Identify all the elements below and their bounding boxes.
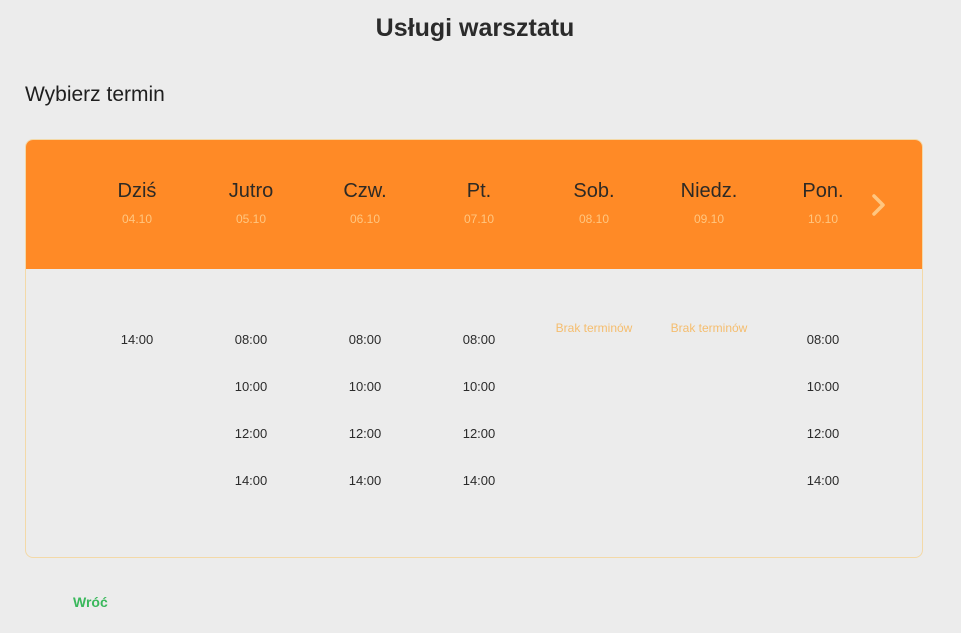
time-slot[interactable]: 08:00 <box>194 332 308 347</box>
day-name: Jutro <box>228 180 274 202</box>
day-date: 05.10 <box>235 212 267 226</box>
page-title: Usługi warsztatu <box>375 14 575 42</box>
day-name: Czw. <box>343 180 387 202</box>
no-slots-label: Brak terminów <box>555 321 633 335</box>
time-slot[interactable]: 10:00 <box>422 379 536 394</box>
day-name: Sob. <box>573 180 615 202</box>
time-slot[interactable]: 14:00 <box>80 332 194 347</box>
date-picker-calendar: Dziś 04.10 Jutro 05.10 Czw. 06.10 Pt. 07.10 Sob.… <box>25 139 923 558</box>
time-slot[interactable]: 12:00 <box>194 426 308 441</box>
day-date: 04.10 <box>121 212 153 226</box>
calendar-slots: 14:00 08:00 10:00 12:00 14:00 08:00 10:00 12:00… <box>26 269 922 557</box>
day-date: 09.10 <box>693 212 725 226</box>
time-slot[interactable]: 08:00 <box>422 332 536 347</box>
day-date: 06.10 <box>349 212 381 226</box>
day-name: Niedz. <box>680 180 738 202</box>
day-slots-column-6: 08:00 10:00 12:00 14:00 <box>766 269 880 557</box>
day-slots-column-1: 08:00 10:00 12:00 14:00 <box>194 269 308 557</box>
day-header-6[interactable]: Pon. 10.10 <box>766 140 880 269</box>
day-slots-column-5: Brak terminów <box>652 269 766 557</box>
day-header-0[interactable]: Dziś 04.10 <box>80 140 194 269</box>
day-slots-column-0: 14:00 <box>80 269 194 557</box>
day-header-4[interactable]: Sob. 08.10 <box>537 140 651 269</box>
time-slot[interactable]: 10:00 <box>194 379 308 394</box>
time-slot[interactable]: 08:00 <box>766 332 880 347</box>
time-slot[interactable]: 08:00 <box>308 332 422 347</box>
day-header-1[interactable]: Jutro 05.10 <box>194 140 308 269</box>
day-slots-column-4: Brak terminów <box>537 269 651 557</box>
day-date: 07.10 <box>463 212 495 226</box>
day-header-5[interactable]: Niedz. 09.10 <box>652 140 766 269</box>
calendar-header: Dziś 04.10 Jutro 05.10 Czw. 06.10 Pt. 07.10 Sob.… <box>26 140 922 269</box>
time-slot[interactable]: 12:00 <box>422 426 536 441</box>
back-link[interactable]: Wróć <box>73 594 108 610</box>
no-slots-label: Brak terminów <box>670 321 748 335</box>
day-header-2[interactable]: Czw. 06.10 <box>308 140 422 269</box>
time-slot[interactable]: 14:00 <box>766 473 880 488</box>
time-slot[interactable]: 12:00 <box>766 426 880 441</box>
time-slot[interactable]: 14:00 <box>308 473 422 488</box>
time-slot[interactable]: 12:00 <box>308 426 422 441</box>
day-header-3[interactable]: Pt. 07.10 <box>422 140 536 269</box>
day-slots-column-3: 08:00 10:00 12:00 14:00 <box>422 269 536 557</box>
day-name: Dziś <box>117 180 157 202</box>
day-date: 10.10 <box>807 212 839 226</box>
time-slot[interactable]: 10:00 <box>766 379 880 394</box>
section-subtitle: Wybierz termin <box>25 83 165 106</box>
time-slot[interactable]: 14:00 <box>422 473 536 488</box>
day-date: 08.10 <box>578 212 610 226</box>
time-slot[interactable]: 10:00 <box>308 379 422 394</box>
day-slots-column-2: 08:00 10:00 12:00 14:00 <box>308 269 422 557</box>
day-name: Pt. <box>466 180 492 202</box>
time-slot[interactable]: 14:00 <box>194 473 308 488</box>
page: Usługi warsztatu Wybierz termin Dziś 04.1… <box>0 0 961 633</box>
day-name: Pon. <box>802 180 844 202</box>
